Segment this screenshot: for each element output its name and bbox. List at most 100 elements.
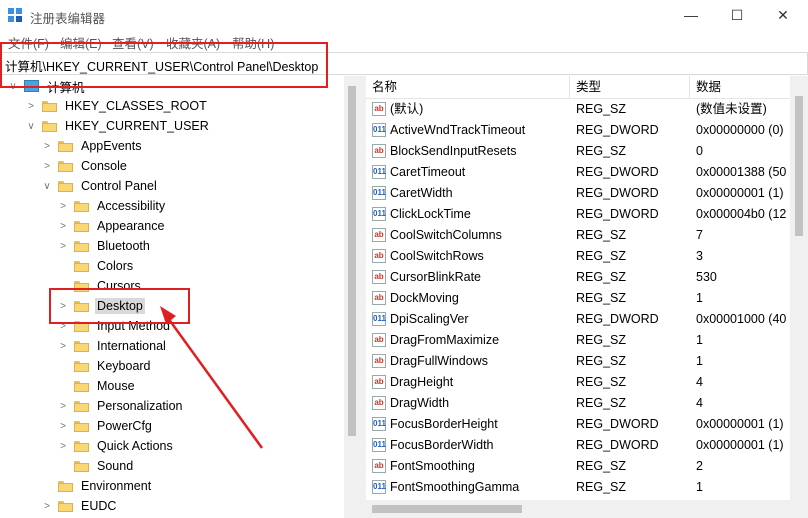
list-scrollbar-thumb[interactable]	[795, 96, 803, 236]
folder-icon	[58, 140, 73, 152]
tree-node-label: Environment	[81, 479, 152, 493]
chevron-down-icon[interactable]: ∨	[42, 181, 52, 192]
value-type: REG_DWORD	[576, 165, 659, 179]
value-row[interactable]: ab CoolSwitchRows REG_SZ 3	[366, 246, 790, 267]
tree-node[interactable]: > International	[58, 336, 168, 356]
chevron-right-icon[interactable]: >	[58, 441, 68, 452]
value-row[interactable]: ab BlockSendInputResets REG_SZ 0	[366, 141, 790, 162]
chevron-right-icon[interactable]: >	[42, 501, 52, 512]
value-name: CoolSwitchRows	[390, 249, 484, 263]
value-type: REG_SZ	[576, 354, 627, 368]
chevron-right-icon[interactable]	[58, 261, 68, 271]
tree-node[interactable]: Sound	[58, 456, 135, 476]
chevron-right-icon[interactable]	[58, 461, 68, 471]
tree-node[interactable]: > Accessibility	[58, 196, 167, 216]
tree-node[interactable]: Colors	[58, 256, 135, 276]
folder-icon	[58, 480, 73, 492]
chevron-right-icon[interactable]: >	[58, 221, 68, 232]
value-row[interactable]: ab CursorBlinkRate REG_SZ 530	[366, 267, 790, 288]
tree-node[interactable]: > Appearance	[58, 216, 166, 236]
value-row[interactable]: 011 FontSmoothingGamma REG_SZ 1	[366, 477, 790, 498]
column-type[interactable]: 类型	[570, 76, 690, 98]
value-data: 7	[696, 228, 703, 242]
folder-icon	[74, 340, 89, 352]
value-row[interactable]: ab DragWidth REG_SZ 4	[366, 393, 790, 414]
chevron-right-icon[interactable]: >	[42, 141, 52, 152]
value-name: FocusBorderWidth	[390, 438, 494, 452]
value-data: 0x00000001 (1)	[696, 438, 784, 452]
tree-node[interactable]: > AppEvents	[42, 136, 143, 156]
chevron-right-icon[interactable]: >	[42, 161, 52, 172]
value-row[interactable]: ab CoolSwitchColumns REG_SZ 7	[366, 225, 790, 246]
column-data[interactable]: 数据	[690, 76, 790, 98]
chevron-right-icon[interactable]	[58, 381, 68, 391]
string-value-icon: ab	[372, 333, 386, 347]
value-data: 0x00001388 (50	[696, 165, 787, 179]
tree-scrollbar[interactable]	[344, 76, 360, 518]
value-row[interactable]: ab DragFullWindows REG_SZ 1	[366, 351, 790, 372]
tree-node[interactable]: Mouse	[58, 376, 137, 396]
value-row[interactable]: 011 ClickLockTime REG_DWORD 0x000004b0 (12	[366, 204, 790, 225]
close-button[interactable]: ✕	[760, 0, 806, 30]
tree-node-label: Bluetooth	[97, 239, 150, 253]
value-row[interactable]: ab DragHeight REG_SZ 4	[366, 372, 790, 393]
maximize-button[interactable]: ☐	[714, 0, 760, 30]
tree-scrollbar-thumb[interactable]	[348, 86, 356, 436]
folder-icon	[42, 100, 57, 112]
tree-node[interactable]: ∨ HKEY_CURRENT_USER	[26, 116, 211, 136]
tree-node[interactable]: > Personalization	[58, 396, 184, 416]
chevron-right-icon[interactable]: >	[58, 401, 68, 412]
chevron-right-icon[interactable]: >	[58, 201, 68, 212]
address-highlight-box	[0, 42, 328, 88]
tree-node[interactable]: Keyboard	[58, 356, 153, 376]
chevron-right-icon[interactable]: >	[58, 341, 68, 352]
value-name: DragHeight	[390, 375, 454, 389]
tree-node[interactable]: ∨ Control Panel	[42, 176, 159, 196]
value-data: 1	[696, 354, 703, 368]
value-row[interactable]: 011 DpiScalingVer REG_DWORD 0x00001000 (40	[366, 309, 790, 330]
binary-value-icon: 011	[372, 165, 386, 179]
tree-node-label: International	[97, 339, 166, 353]
values-list[interactable]: 名称 类型 数据 ab (默认) REG_SZ (数值未设置) 011 ActiveWnd…	[366, 76, 790, 518]
tree-node[interactable]: > PowerCfg	[58, 416, 154, 436]
value-row[interactable]: 011 FocusBorderWidth REG_DWORD 0x00000001 (…	[366, 435, 790, 456]
chevron-right-icon[interactable]	[58, 361, 68, 371]
column-name[interactable]: 名称	[366, 76, 570, 98]
tree-node[interactable]: > EUDC	[42, 496, 118, 516]
value-name: CaretWidth	[390, 186, 453, 200]
tree-node[interactable]: > Quick Actions	[58, 436, 175, 456]
value-type: REG_SZ	[576, 270, 627, 284]
value-row[interactable]: 011 CaretTimeout REG_DWORD 0x00001388 (50	[366, 162, 790, 183]
binary-value-icon: 011	[372, 417, 386, 431]
value-name: FontSmoothingGamma	[390, 480, 520, 494]
chevron-right-icon[interactable]	[42, 481, 52, 491]
horizontal-scrollbar-thumb[interactable]	[372, 505, 522, 513]
value-row[interactable]: ab DragFromMaximize REG_SZ 1	[366, 330, 790, 351]
chevron-right-icon[interactable]: >	[58, 241, 68, 252]
chevron-down-icon[interactable]: ∨	[26, 121, 36, 132]
minimize-button[interactable]: —	[668, 0, 714, 30]
value-row[interactable]: ab FontSmoothing REG_SZ 2	[366, 456, 790, 477]
folder-icon	[74, 200, 89, 212]
chevron-right-icon[interactable]: >	[26, 101, 36, 112]
value-row[interactable]: ab DockMoving REG_SZ 1	[366, 288, 790, 309]
value-row[interactable]: 011 ActiveWndTrackTimeout REG_DWORD 0x00000…	[366, 120, 790, 141]
tree-node[interactable]: > Bluetooth	[58, 236, 152, 256]
folder-icon	[74, 420, 89, 432]
tree-node[interactable]: > Console	[42, 156, 129, 176]
string-value-icon: ab	[372, 375, 386, 389]
chevron-right-icon[interactable]: >	[58, 421, 68, 432]
value-row[interactable]: 011 CaretWidth REG_DWORD 0x00000001 (1)	[366, 183, 790, 204]
value-data: (数值未设置)	[696, 102, 767, 116]
value-row[interactable]: ab (默认) REG_SZ (数值未设置)	[366, 99, 790, 120]
tree-node-label: Mouse	[97, 379, 135, 393]
string-value-icon: ab	[372, 354, 386, 368]
tree-node[interactable]: > HKEY_CLASSES_ROOT	[26, 96, 209, 116]
tree-node-label: Personalization	[97, 399, 183, 413]
list-scrollbar[interactable]	[790, 76, 808, 518]
value-data: 0	[696, 144, 703, 158]
list-horizontal-scrollbar[interactable]	[366, 500, 790, 518]
value-row[interactable]: 011 FocusBorderHeight REG_DWORD 0x00000001 …	[366, 414, 790, 435]
folder-icon	[74, 460, 89, 472]
tree-node[interactable]: Environment	[42, 476, 153, 496]
